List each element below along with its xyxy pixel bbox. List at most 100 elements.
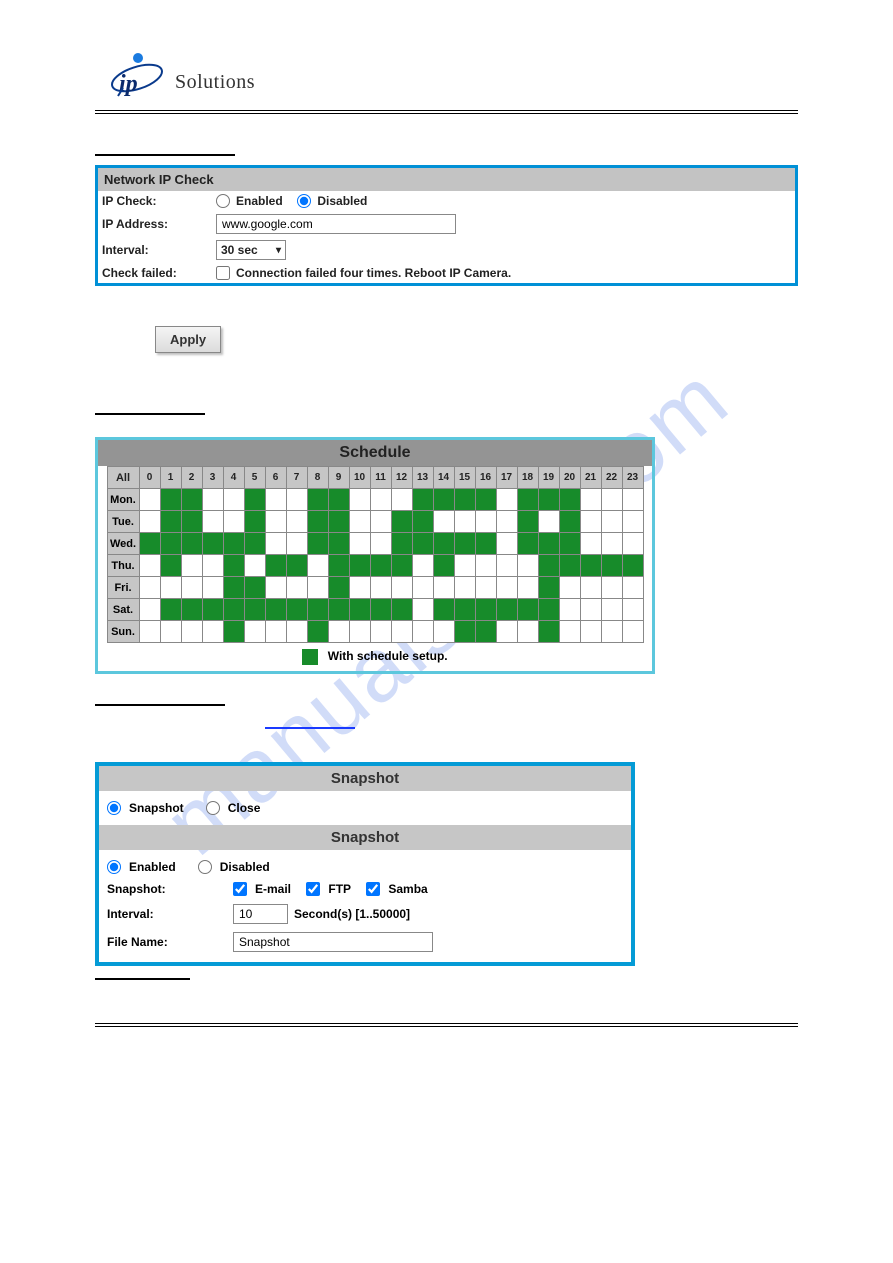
schedule-cell[interactable]: [160, 621, 181, 643]
schedule-cell[interactable]: [265, 577, 286, 599]
schedule-cell[interactable]: [307, 621, 328, 643]
schedule-cell[interactable]: [349, 511, 370, 533]
schedule-hour-header[interactable]: 4: [223, 467, 244, 489]
schedule-cell[interactable]: [580, 511, 601, 533]
schedule-cell[interactable]: [601, 489, 622, 511]
schedule-cell[interactable]: [496, 577, 517, 599]
schedule-cell[interactable]: [580, 533, 601, 555]
schedule-cell[interactable]: [433, 489, 454, 511]
ipcheck-disabled-radio[interactable]: [297, 194, 311, 208]
schedule-cell[interactable]: [202, 511, 223, 533]
schedule-hour-header[interactable]: 21: [580, 467, 601, 489]
schedule-cell[interactable]: [286, 577, 307, 599]
schedule-hour-header[interactable]: 3: [202, 467, 223, 489]
schedule-cell[interactable]: [454, 533, 475, 555]
schedule-cell[interactable]: [538, 577, 559, 599]
schedule-hour-header[interactable]: 17: [496, 467, 517, 489]
schedule-hour-header[interactable]: 0: [139, 467, 160, 489]
schedule-day-label[interactable]: Tue.: [107, 511, 139, 533]
schedule-cell[interactable]: [412, 533, 433, 555]
schedule-cell[interactable]: [433, 621, 454, 643]
schedule-cell[interactable]: [601, 577, 622, 599]
snap-disabled-radio[interactable]: [198, 860, 212, 874]
schedule-cell[interactable]: [475, 621, 496, 643]
schedule-cell[interactable]: [391, 555, 412, 577]
schedule-hour-header[interactable]: 13: [412, 467, 433, 489]
schedule-hour-header[interactable]: 9: [328, 467, 349, 489]
schedule-cell[interactable]: [265, 555, 286, 577]
samba-checkbox[interactable]: [366, 882, 380, 896]
interval-select[interactable]: 30 sec ▾: [216, 240, 286, 260]
schedule-cell[interactable]: [517, 533, 538, 555]
schedule-cell[interactable]: [181, 599, 202, 621]
schedule-cell[interactable]: [391, 599, 412, 621]
schedule-cell[interactable]: [244, 577, 265, 599]
schedule-cell[interactable]: [412, 577, 433, 599]
schedule-hour-header[interactable]: 8: [307, 467, 328, 489]
schedule-hour-header[interactable]: 18: [517, 467, 538, 489]
schedule-cell[interactable]: [160, 533, 181, 555]
schedule-cell[interactable]: [181, 555, 202, 577]
schedule-cell[interactable]: [601, 533, 622, 555]
schedule-cell[interactable]: [244, 621, 265, 643]
schedule-cell[interactable]: [601, 621, 622, 643]
schedule-cell[interactable]: [328, 599, 349, 621]
schedule-cell[interactable]: [160, 511, 181, 533]
schedule-cell[interactable]: [244, 511, 265, 533]
schedule-cell[interactable]: [538, 489, 559, 511]
schedule-cell[interactable]: [559, 577, 580, 599]
snap-interval-input[interactable]: [233, 904, 288, 924]
schedule-cell[interactable]: [307, 577, 328, 599]
schedule-cell[interactable]: [412, 511, 433, 533]
schedule-cell[interactable]: [433, 511, 454, 533]
schedule-cell[interactable]: [349, 599, 370, 621]
schedule-cell[interactable]: [202, 555, 223, 577]
schedule-cell[interactable]: [601, 511, 622, 533]
schedule-cell[interactable]: [328, 621, 349, 643]
schedule-cell[interactable]: [622, 599, 643, 621]
schedule-cell[interactable]: [559, 511, 580, 533]
schedule-cell[interactable]: [265, 599, 286, 621]
schedule-cell[interactable]: [622, 533, 643, 555]
schedule-hour-header[interactable]: 16: [475, 467, 496, 489]
schedule-cell[interactable]: [181, 577, 202, 599]
schedule-cell[interactable]: [160, 599, 181, 621]
schedule-cell[interactable]: [286, 621, 307, 643]
schedule-cell[interactable]: [202, 577, 223, 599]
filename-input[interactable]: [233, 932, 433, 952]
schedule-hour-header[interactable]: 6: [265, 467, 286, 489]
schedule-cell[interactable]: [328, 577, 349, 599]
schedule-cell[interactable]: [412, 555, 433, 577]
schedule-cell[interactable]: [538, 621, 559, 643]
schedule-hour-header[interactable]: 22: [601, 467, 622, 489]
schedule-cell[interactable]: [391, 533, 412, 555]
close-option-radio[interactable]: [206, 801, 220, 815]
snap-enabled-radio[interactable]: [107, 860, 121, 874]
schedule-cell[interactable]: [475, 533, 496, 555]
schedule-cell[interactable]: [622, 621, 643, 643]
schedule-cell[interactable]: [391, 577, 412, 599]
schedule-cell[interactable]: [559, 621, 580, 643]
schedule-cell[interactable]: [391, 489, 412, 511]
schedule-cell[interactable]: [433, 533, 454, 555]
schedule-cell[interactable]: [181, 511, 202, 533]
schedule-cell[interactable]: [580, 621, 601, 643]
schedule-hour-header[interactable]: 7: [286, 467, 307, 489]
schedule-hour-header[interactable]: 23: [622, 467, 643, 489]
schedule-hour-header[interactable]: 11: [370, 467, 391, 489]
schedule-cell[interactable]: [307, 511, 328, 533]
checkfailed-checkbox[interactable]: [216, 266, 230, 280]
schedule-cell[interactable]: [370, 489, 391, 511]
schedule-cell[interactable]: [349, 555, 370, 577]
schedule-cell[interactable]: [244, 555, 265, 577]
schedule-cell[interactable]: [265, 489, 286, 511]
schedule-cell[interactable]: [475, 511, 496, 533]
schedule-hour-header[interactable]: 5: [244, 467, 265, 489]
schedule-hour-header[interactable]: 10: [349, 467, 370, 489]
schedule-hour-header[interactable]: 14: [433, 467, 454, 489]
schedule-cell[interactable]: [475, 555, 496, 577]
schedule-cell[interactable]: [265, 533, 286, 555]
schedule-cell[interactable]: [181, 533, 202, 555]
schedule-cell[interactable]: [559, 533, 580, 555]
schedule-hour-header[interactable]: 12: [391, 467, 412, 489]
